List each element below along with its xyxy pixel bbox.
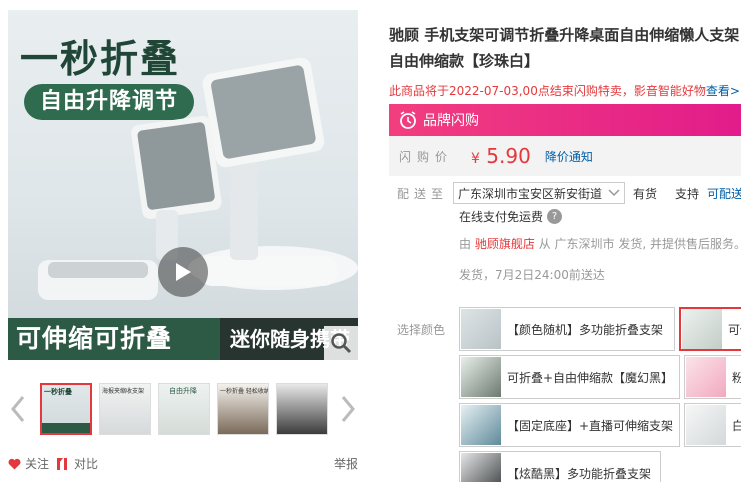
help-icon[interactable]: ?: [547, 209, 563, 224]
banner-left-text: 可伸缩可折叠: [8, 318, 220, 360]
follow-button[interactable]: 关注: [8, 455, 49, 472]
chevron-right-icon: [341, 396, 355, 422]
notice-view-link[interactable]: 查看>: [706, 84, 740, 98]
promo-banner: 可伸缩可折叠 迷你随身携带: [8, 318, 358, 360]
phone-stand-illustration: [38, 57, 358, 300]
compare-icon: [57, 457, 67, 470]
color-option-3[interactable]: 可折叠+自由伸缩款【魔幻黑】: [459, 355, 680, 399]
option-7-label: 【炫酷黑】多功能折叠支架: [507, 466, 652, 481]
play-video-button[interactable]: [158, 247, 208, 297]
heart-icon: [8, 458, 21, 469]
notice-text: 此商品将于2022-07-03,00点结束闪购特卖，影音智能好物: [389, 84, 706, 98]
product-title: 驰顾 手机支架可调节折叠升降桌面自由伸缩懒人支架自由伸缩款【珍珠白】: [389, 26, 740, 70]
price-amount: 5.90: [486, 144, 531, 168]
color-option-5[interactable]: 【固定底座】+直播可伸缩支架: [459, 403, 680, 447]
thumb-1-caption: 一秒折叠: [44, 388, 72, 396]
compare-button[interactable]: 对比: [56, 455, 98, 472]
color-option-7[interactable]: 【炫酷黑】多功能折叠支架: [459, 451, 661, 482]
from-prefix: 由: [459, 237, 472, 251]
thumb-3[interactable]: 自由升降: [158, 383, 210, 435]
option-3-label: 可折叠+自由伸缩款【魔幻黑】: [507, 370, 674, 385]
color-option-2[interactable]: 可伸缩款: [679, 307, 741, 351]
option-3-thumbnail: [461, 357, 501, 397]
option-1-thumbnail: [461, 309, 501, 349]
prev-thumb-arrow[interactable]: [8, 392, 28, 426]
next-thumb-arrow[interactable]: [338, 392, 358, 426]
option-5-thumbnail: [461, 405, 501, 445]
stock-status: 有货: [633, 186, 658, 201]
magnifier-icon: [331, 333, 352, 354]
chevron-left-icon: [11, 396, 25, 422]
thumb-5[interactable]: [276, 383, 328, 435]
thumb-3-caption: 自由升降: [169, 387, 197, 395]
flash-sale-label: 品牌闪购: [423, 113, 479, 129]
option-6-thumbnail: [686, 405, 726, 445]
currency-symbol: ¥: [471, 151, 480, 167]
thumb-4-caption: 一秒折叠 轻松收纳: [220, 388, 269, 395]
color-options-label: 选择颜色: [397, 323, 446, 337]
color-option-4[interactable]: 粉色: [684, 355, 741, 399]
main-product-image[interactable]: 一秒折叠 自由升降调节 可伸缩可折叠 迷你随身携带: [8, 10, 358, 360]
address-text: 广东深圳市宝安区新安街道: [458, 186, 603, 201]
delivery-estimate: 发货，7月2日24:00前送达: [459, 268, 605, 282]
color-option-6[interactable]: 白色: [684, 403, 741, 447]
price-value: ¥ 5.90: [471, 144, 531, 168]
price-label: 闪购价: [399, 149, 454, 164]
option-5-label: 【固定底座】+直播可伸缩支架: [507, 418, 674, 433]
support-text: 支持: [675, 186, 700, 201]
option-4-label: 粉色: [732, 369, 741, 386]
option-2-thumbnail: [682, 309, 722, 349]
option-6-label: 白色: [732, 417, 741, 434]
alarm-clock-icon: [400, 111, 416, 129]
flash-sale-bar: 品牌闪购: [389, 104, 741, 136]
price-section: 闪购价 ¥ 5.90 降价通知: [389, 136, 741, 176]
payment-info: 在线支付免运费 ?: [459, 208, 563, 225]
zoom-button[interactable]: [324, 326, 358, 360]
shipping-label: 配送至: [397, 186, 449, 201]
chevron-down-icon: [608, 189, 620, 197]
support-link[interactable]: 可配送全国: [707, 187, 741, 201]
follow-label: 关注: [25, 457, 50, 471]
from-suffix: 从 广东深圳市 发货, 并提供售后服务。: [538, 237, 741, 251]
option-4-thumbnail: [686, 357, 726, 397]
price-drop-notify-link[interactable]: 降价通知: [545, 148, 593, 165]
thumb-2[interactable]: 海报夹缩收支架: [99, 383, 151, 435]
address-selector[interactable]: 广东深圳市宝安区新安街道: [453, 182, 625, 204]
payment-text: 在线支付免运费: [459, 210, 544, 224]
report-link[interactable]: 举报: [334, 455, 358, 472]
seller-info: 由 驰顾旗舰店 从 广东深圳市 发货, 并提供售后服务。: [459, 235, 741, 252]
thumbnail-strip: 一秒折叠 海报夹缩收支架 自由升降 一秒折叠 轻松收纳: [8, 378, 358, 438]
thumb-1[interactable]: 一秒折叠: [40, 383, 92, 435]
compare-label: 对比: [74, 457, 99, 471]
thumb-4[interactable]: 一秒折叠 轻松收纳: [217, 383, 269, 435]
option-1-label: 【颜色随机】多功能折叠支架: [507, 322, 664, 337]
flash-sale-notice: 此商品将于2022-07-03,00点结束闪购特卖，影音智能好物查看>: [389, 82, 740, 99]
shop-link[interactable]: 驰顾旗舰店: [475, 237, 535, 251]
option-2-label: 可伸缩款: [728, 322, 741, 337]
shipping-row: 配送至 广东深圳市宝安区新安街道 有货 支持 可配送全国: [397, 182, 741, 204]
thumb-2-caption: 海报夹缩收支架: [102, 388, 145, 395]
color-option-1[interactable]: 【颜色随机】多功能折叠支架: [459, 307, 675, 351]
option-7-thumbnail: [461, 453, 501, 482]
play-icon: [176, 263, 191, 281]
